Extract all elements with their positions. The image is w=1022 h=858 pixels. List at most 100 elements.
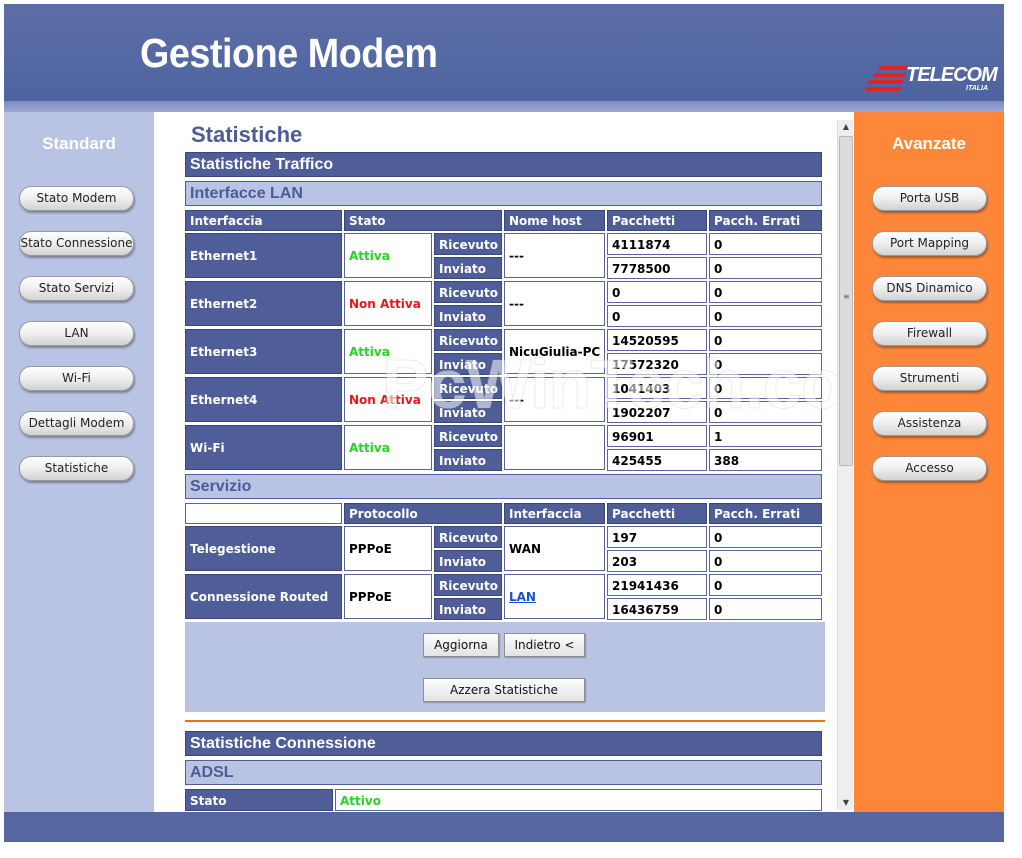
left-sidebar-title: Standard [42, 134, 116, 153]
rx-packets: 4111874 [607, 233, 707, 255]
rx-packets: 96901 [607, 425, 707, 447]
sidebar-item-statistiche[interactable]: Statistiche [19, 456, 134, 481]
lan-row-ethernet2: Ethernet2 [185, 281, 342, 326]
dir-tx-label: Inviato [434, 449, 502, 471]
service-row-connessione-routed: Connessione Routed [185, 574, 342, 619]
rx-packets: 197 [607, 526, 707, 548]
page-title: Statistiche [191, 122, 303, 147]
scroll-up-icon[interactable]: ▲ [838, 120, 854, 134]
header-title: Gestione Modem [140, 30, 438, 76]
rx-errors: 0 [709, 233, 822, 255]
lan-row-wi-fi: Wi-Fi [185, 425, 342, 470]
rx-packets: 21941436 [607, 574, 707, 596]
service-header-pacchetti: Pacchetti [607, 503, 707, 524]
telecom-logo-text: TELECOM [906, 64, 998, 86]
lan-row-ethernet3: Ethernet3 [185, 329, 342, 374]
tx-packets: 7778500 [607, 257, 707, 279]
service-interface-link[interactable]: LAN [509, 590, 536, 604]
rx-errors: 0 [709, 377, 822, 399]
sidebar-item-porta-usb[interactable]: Porta USB [872, 186, 987, 211]
dir-rx-label: Ricevuto [434, 526, 502, 548]
tx-packets: 0 [607, 305, 707, 327]
service-header-interfaccia: Interfaccia [504, 503, 605, 524]
sidebar-item-stato-connessione[interactable]: Stato Connessione [19, 231, 134, 256]
rx-errors: 0 [709, 526, 822, 548]
dir-tx-label: Inviato [434, 305, 502, 327]
dir-rx-label: Ricevuto [434, 425, 502, 447]
sidebar-item-port-mapping[interactable]: Port Mapping [872, 231, 987, 256]
rx-packets: 14520595 [607, 329, 707, 351]
tx-errors: 0 [709, 305, 822, 327]
dir-rx-label: Ricevuto [434, 377, 502, 399]
traffic-section-header: Statistiche Traffico [185, 152, 822, 177]
action-panel: Aggiorna Indietro < Azzera Statistiche [185, 622, 825, 712]
dir-tx-label: Inviato [434, 257, 502, 279]
tx-errors: 0 [709, 257, 822, 279]
rx-errors: 0 [709, 281, 822, 303]
lan-status: Attiva [344, 329, 432, 374]
reset-stats-button[interactable]: Azzera Statistiche [423, 678, 585, 702]
scroll-down-icon[interactable]: ▼ [838, 796, 854, 810]
rx-packets: 1041403 [607, 377, 707, 399]
lan-header-interfaccia: Interfaccia [185, 210, 342, 231]
service-interface: WAN [509, 542, 542, 556]
dir-tx-label: Inviato [434, 353, 502, 375]
service-protocol: PPPoE [344, 574, 432, 619]
telecom-logo-subtext: ITALIA [966, 85, 989, 92]
header-banner: Gestione Modem TELECOM ITALIA [4, 4, 1004, 112]
rx-errors: 0 [709, 329, 822, 351]
tx-errors: 0 [709, 353, 822, 375]
lan-header-stato: Stato [344, 210, 502, 231]
connection-section-header: Statistiche Connessione [185, 731, 822, 756]
dir-rx-label: Ricevuto [434, 574, 502, 596]
lan-status: Non Attiva [344, 281, 432, 326]
service-row-telegestione: Telegestione [185, 526, 342, 571]
service-header-errati: Pacch. Errati [709, 503, 822, 524]
service-header-blank [185, 503, 342, 524]
lan-host: --- [504, 233, 605, 278]
sidebar-item-dettagli-modem[interactable]: Dettagli Modem [19, 411, 134, 436]
telecom-logo: TELECOM ITALIA [866, 62, 998, 96]
modem-admin-page: Gestione Modem TELECOM ITALIA Standard S… [4, 4, 1004, 842]
scrollbar-thumb[interactable]: ≡ [839, 136, 853, 466]
adsl-status-value: Attivo [335, 789, 822, 811]
lan-host: --- [504, 377, 605, 422]
lan-status: Attiva [344, 425, 432, 470]
lan-host: --- [504, 281, 605, 326]
tx-packets: 17572320 [607, 353, 707, 375]
sidebar-item-stato-modem[interactable]: Stato Modem [19, 186, 134, 211]
right-sidebar: Avanzate Porta USB Port Mapping DNS Dina… [854, 112, 1004, 814]
dir-tx-label: Inviato [434, 401, 502, 423]
dir-rx-label: Ricevuto [434, 281, 502, 303]
sidebar-item-assistenza[interactable]: Assistenza [872, 411, 987, 436]
tx-packets: 16436759 [607, 598, 707, 620]
lan-header-errati: Pacch. Errati [709, 210, 822, 231]
rx-packets: 0 [607, 281, 707, 303]
lan-section-header: Interfacce LAN [185, 181, 822, 206]
right-sidebar-title: Avanzate [891, 134, 966, 153]
header-strip [4, 101, 1004, 112]
back-button[interactable]: Indietro < [504, 633, 585, 657]
tx-packets: 1902207 [607, 401, 707, 423]
grip-icon: ≡ [843, 292, 850, 301]
dir-rx-label: Ricevuto [434, 233, 502, 255]
service-section-header: Servizio [185, 474, 822, 499]
tx-errors: 388 [709, 449, 822, 471]
scrollbar[interactable]: ▲ ≡ ▼ [837, 120, 853, 810]
refresh-button[interactable]: Aggiorna [423, 633, 499, 657]
rx-errors: 1 [709, 425, 822, 447]
tx-errors: 0 [709, 401, 822, 423]
lan-header-nome-host: Nome host [504, 210, 605, 231]
adsl-status-label: Stato [185, 789, 333, 811]
sidebar-item-dns-dinamico[interactable]: DNS Dinamico [872, 276, 987, 301]
sidebar-item-stato-servizi[interactable]: Stato Servizi [19, 276, 134, 301]
service-interface-cell: LAN [504, 574, 605, 619]
sidebar-item-wifi[interactable]: Wi-Fi [19, 366, 134, 391]
sidebar-item-lan[interactable]: LAN [19, 321, 134, 346]
sidebar-item-strumenti[interactable]: Strumenti [872, 366, 987, 391]
sidebar-item-firewall[interactable]: Firewall [872, 321, 987, 346]
section-separator [185, 720, 825, 722]
lan-status: Non Attiva [344, 377, 432, 422]
sidebar-item-accesso[interactable]: Accesso [872, 456, 987, 481]
left-sidebar: Standard Stato Modem Stato Connessione S… [4, 112, 154, 814]
